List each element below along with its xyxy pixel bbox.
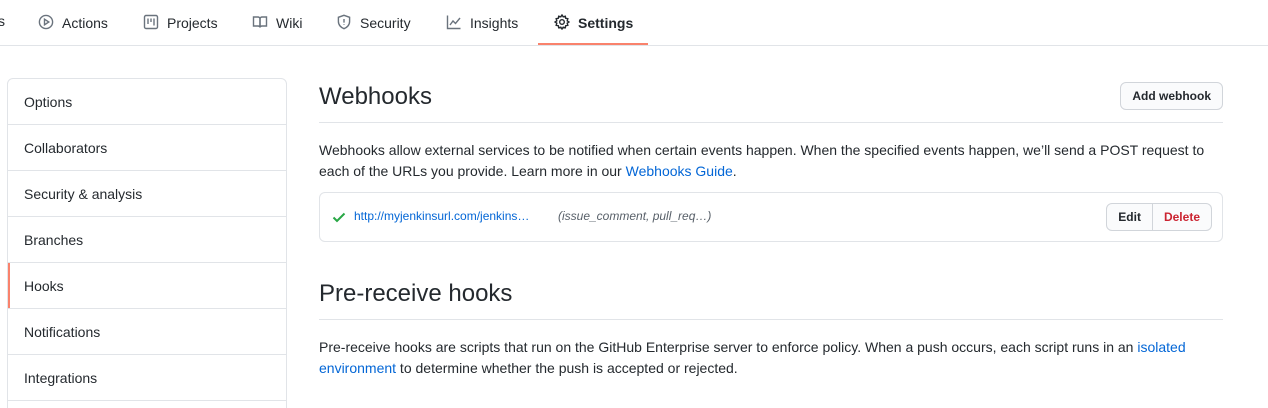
active-tab-indicator xyxy=(538,43,648,45)
tab-label: Wiki xyxy=(276,15,303,31)
webhooks-section: Webhooks Add webhook Webhooks allow exte… xyxy=(319,78,1223,242)
check-icon xyxy=(331,209,347,225)
prereceive-description-text: Pre-receive hooks are scripts that run o… xyxy=(319,339,1138,355)
tab-label: Settings xyxy=(578,15,634,31)
webhooks-title: Webhooks xyxy=(319,83,432,110)
add-webhook-button[interactable]: Add webhook xyxy=(1120,82,1223,110)
main-content: Webhooks Add webhook Webhooks allow exte… xyxy=(319,78,1223,379)
webhooks-description-text: Webhooks allow external services to be n… xyxy=(319,142,1205,179)
book-icon xyxy=(252,14,268,33)
webhooks-description: Webhooks allow external services to be n… xyxy=(319,140,1223,182)
webhooks-description-end: . xyxy=(732,163,737,179)
edit-button[interactable]: Edit xyxy=(1106,203,1153,231)
repo-nav: s Actions Projects Wiki Security Insight… xyxy=(0,0,1268,46)
graph-icon xyxy=(446,14,462,33)
sidebar-item-label: Integrations xyxy=(24,369,98,386)
sidebar-item-integrations[interactable]: Integrations xyxy=(8,355,286,401)
prereceive-section: Pre-receive hooks Pre-receive hooks are … xyxy=(319,275,1223,379)
tab-actions[interactable]: Actions xyxy=(38,0,108,46)
tab-label: Insights xyxy=(470,15,519,31)
webhook-actions: Edit Delete xyxy=(1106,203,1212,231)
shield-icon xyxy=(336,14,352,33)
play-circle-icon xyxy=(38,14,54,33)
tab-label: Actions xyxy=(62,15,108,31)
sidebar-item-collaborators[interactable]: Collaborators xyxy=(8,125,286,171)
webhooks-header: Webhooks Add webhook xyxy=(319,78,1223,123)
delete-button[interactable]: Delete xyxy=(1152,203,1212,231)
webhook-events: (issue_comment, pull_req…) xyxy=(558,209,712,223)
tab-settings[interactable]: Settings xyxy=(553,0,634,46)
tab-security[interactable]: Security xyxy=(336,0,411,46)
webhook-row: http://myjenkinsurl.com/jenkins… (issue_… xyxy=(319,192,1223,242)
prereceive-description-end: to determine whether the push is accepte… xyxy=(396,360,738,376)
tab-label: Projects xyxy=(167,15,218,31)
truncated-tab-label[interactable]: s xyxy=(0,13,5,29)
sidebar-item-options[interactable]: Options xyxy=(8,79,286,125)
sidebar-item-label: Hooks xyxy=(24,277,64,294)
sidebar-item-hooks[interactable]: Hooks xyxy=(8,263,286,309)
webhook-url-link[interactable]: http://myjenkinsurl.com/jenkins… xyxy=(354,209,529,223)
sidebar-item-label: Branches xyxy=(24,231,84,248)
tab-insights[interactable]: Insights xyxy=(446,0,518,46)
sidebar-item-label: Notifications xyxy=(24,323,101,340)
prereceive-description: Pre-receive hooks are scripts that run o… xyxy=(319,337,1223,379)
tab-projects[interactable]: Projects xyxy=(143,0,218,46)
sidebar-item-label: Options xyxy=(24,93,73,110)
sidebar-item-branches[interactable]: Branches xyxy=(8,217,286,263)
prereceive-title: Pre-receive hooks xyxy=(319,280,513,307)
sidebar-item-label: Security & analysis xyxy=(24,185,143,202)
settings-sidebar: Options Collaborators Security & analysi… xyxy=(7,78,287,408)
tab-label: Security xyxy=(360,15,411,31)
project-board-icon xyxy=(143,14,159,33)
sidebar-item-security-analysis[interactable]: Security & analysis xyxy=(8,171,286,217)
sidebar-item-label: Collaborators xyxy=(24,139,108,156)
sidebar-item-notifications[interactable]: Notifications xyxy=(8,309,286,355)
prereceive-header: Pre-receive hooks xyxy=(319,275,1223,320)
tab-wiki[interactable]: Wiki xyxy=(252,0,302,46)
webhooks-guide-link[interactable]: Webhooks Guide xyxy=(626,163,733,179)
gear-icon xyxy=(553,13,571,33)
